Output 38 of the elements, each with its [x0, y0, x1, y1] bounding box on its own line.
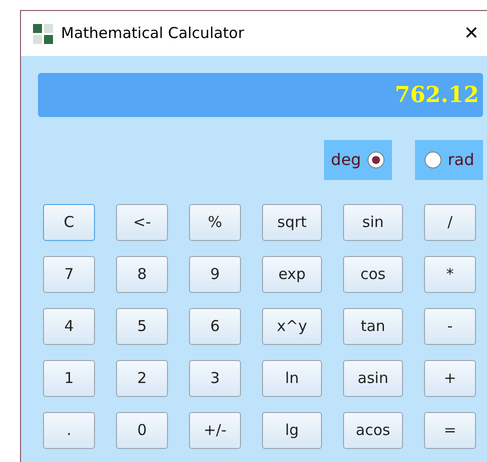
angle-radio[interactable]: deg [324, 140, 392, 180]
calculator-key[interactable]: 9 [189, 256, 241, 293]
calculator-key[interactable]: 2 [116, 360, 168, 397]
calculator-key[interactable]: 6 [189, 308, 241, 345]
calculator-key[interactable]: 8 [116, 256, 168, 293]
calculator-key[interactable]: 1 [43, 360, 95, 397]
calculator-key[interactable]: . [43, 412, 95, 449]
calculator-key[interactable]: = [424, 412, 476, 449]
calculator-key[interactable]: cos [343, 256, 403, 293]
calculator-key[interactable]: / [424, 204, 476, 241]
window-title: Mathematical Calculator [61, 23, 244, 44]
calculator-key[interactable]: sin [343, 204, 403, 241]
calculator-key[interactable]: 0 [116, 412, 168, 449]
calculator-key[interactable]: tan [343, 308, 403, 345]
radio-circle[interactable] [367, 151, 386, 169]
calculator-key[interactable]: exp [262, 256, 322, 293]
calculator-key[interactable]: x^y [262, 308, 322, 345]
display-value: 762.12 [394, 80, 479, 110]
calculator-key[interactable]: 4 [43, 308, 95, 345]
calculator-key[interactable]: % [189, 204, 241, 241]
calculator-key[interactable]: sqrt [262, 204, 322, 241]
calculator-key[interactable]: C [43, 204, 95, 241]
calculator-key[interactable]: * [424, 256, 476, 293]
calculator-key[interactable]: +/- [189, 412, 241, 449]
calculator-key[interactable]: 7 [43, 256, 95, 293]
calculator-key[interactable]: <- [116, 204, 168, 241]
calculator-key[interactable]: asin [343, 360, 403, 397]
radio-circle[interactable] [424, 151, 442, 169]
app-icon [33, 24, 53, 44]
calculator-key[interactable]: lg [262, 412, 322, 449]
calculator-key[interactable]: acos [343, 412, 403, 449]
close-button[interactable]: ✕ [460, 24, 483, 42]
calculator-key[interactable]: + [424, 360, 476, 397]
calculator-key[interactable]: - [424, 308, 476, 345]
calculator-key[interactable]: ln [262, 360, 322, 397]
angle-radio[interactable]: rad [415, 140, 483, 180]
calculator-key[interactable]: 5 [116, 308, 168, 345]
calculator-key[interactable]: 3 [189, 360, 241, 397]
